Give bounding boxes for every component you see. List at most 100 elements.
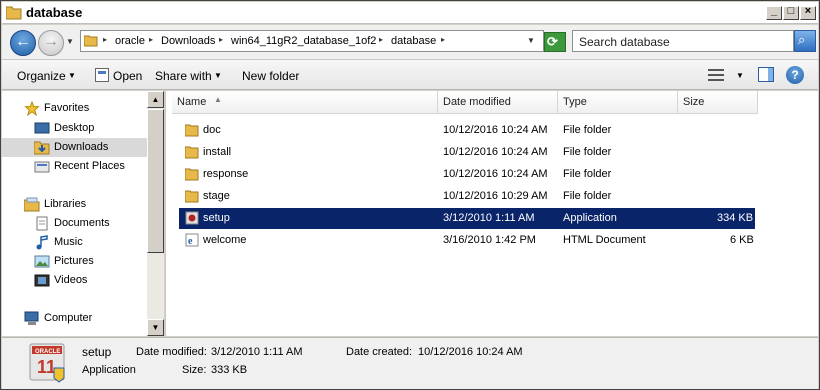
file-row-setup[interactable]: setup 3/12/2010 1:11 AM Application 334 … xyxy=(179,208,755,229)
star-icon xyxy=(24,101,40,116)
file-date: 10/12/2016 10:29 AM xyxy=(443,190,548,202)
maximize-button[interactable]: □ xyxy=(783,5,799,20)
nav-label: Recent Places xyxy=(54,160,125,172)
nav-label: Downloads xyxy=(54,141,109,153)
column-header-date-modified[interactable]: Date modified xyxy=(438,91,558,114)
file-type: File folder xyxy=(563,124,612,136)
nav-label: Music xyxy=(54,236,83,248)
close-button[interactable]: × xyxy=(800,5,816,20)
organize-dropdown-icon[interactable]: ▼ xyxy=(68,71,76,80)
preview-pane-icon[interactable] xyxy=(758,67,774,82)
file-size: 334 KB xyxy=(717,212,754,224)
change-view-icon[interactable] xyxy=(708,69,724,81)
breadcrumb-downloads[interactable]: Downloads xyxy=(161,35,215,47)
size-value: 333 KB xyxy=(211,364,248,376)
nav-item-computer[interactable]: Computer xyxy=(2,309,147,328)
folder-icon xyxy=(6,6,22,20)
forward-button[interactable]: → xyxy=(38,30,64,56)
file-type: File folder xyxy=(563,190,612,202)
scroll-down-button[interactable]: ▼ xyxy=(147,319,164,336)
share-dropdown-icon[interactable]: ▼ xyxy=(214,71,222,80)
file-name: response xyxy=(203,168,249,180)
file-row-install[interactable]: install 10/12/2016 10:24 AM File folder xyxy=(179,142,755,163)
chevron-right-icon[interactable]: ▸ xyxy=(441,35,445,44)
sort-ascending-icon: ▲ xyxy=(214,95,222,104)
search-icon: ⌕ xyxy=(798,32,806,47)
column-label: Name xyxy=(177,96,207,108)
file-row-doc[interactable]: doc 10/12/2016 10:24 AM File folder xyxy=(179,120,755,141)
nav-item-libraries[interactable]: Libraries xyxy=(2,195,147,214)
scroll-up-button[interactable]: ▲ xyxy=(147,91,164,108)
title-bar[interactable]: database _ □ × xyxy=(2,2,818,24)
file-name: doc xyxy=(203,124,221,136)
column-header-name[interactable]: Name ▲ xyxy=(172,91,438,114)
chevron-right-icon[interactable]: ▸ xyxy=(219,35,223,44)
oracle-version-text: 11 xyxy=(37,357,56,377)
breadcrumb-database[interactable]: database xyxy=(391,35,436,47)
nav-item-documents[interactable]: Documents xyxy=(2,214,147,233)
chevron-right-icon[interactable]: ▸ xyxy=(379,35,383,44)
search-input[interactable]: Search database xyxy=(572,30,794,52)
recent-pages-dropdown[interactable]: ▼ xyxy=(66,37,74,46)
command-bar: Organize ▼ Open Share with ▼ New folder … xyxy=(2,59,818,90)
chevron-right-icon[interactable]: ▸ xyxy=(149,35,153,44)
file-row-stage[interactable]: stage 10/12/2016 10:29 AM File folder xyxy=(179,186,755,207)
application-icon xyxy=(185,211,199,225)
help-icon[interactable]: ? xyxy=(786,66,804,84)
file-date: 3/12/2010 1:11 AM xyxy=(443,212,535,224)
address-dropdown[interactable]: ▼ xyxy=(527,36,535,45)
nav-item-pictures[interactable]: Pictures xyxy=(2,252,147,271)
minimize-button[interactable]: _ xyxy=(766,5,782,20)
scroll-thumb[interactable] xyxy=(147,109,164,253)
date-created-value: 10/12/2016 10:24 AM xyxy=(418,346,523,358)
nav-item-desktop[interactable]: Desktop xyxy=(2,119,147,138)
view-dropdown-icon[interactable]: ▼ xyxy=(736,71,744,80)
folder-icon xyxy=(185,124,199,137)
search-button[interactable]: ⌕ xyxy=(794,30,816,52)
navigation-pane: Favorites Desktop Downloads Recent Place… xyxy=(2,91,147,336)
file-name: welcome xyxy=(203,234,247,246)
date-created-label: Date created: xyxy=(346,346,413,358)
nav-item-videos[interactable]: Videos xyxy=(2,271,147,290)
oracle-setup-icon: ORACLE 11 xyxy=(29,343,65,383)
nav-item-music[interactable]: Music xyxy=(2,233,147,252)
chevron-right-icon[interactable]: ▸ xyxy=(103,35,107,44)
pictures-icon xyxy=(34,255,50,268)
refresh-icon: ⟳ xyxy=(547,34,558,49)
nav-item-downloads[interactable]: Downloads xyxy=(2,138,147,157)
folder-icon xyxy=(84,35,98,47)
file-type: HTML Document xyxy=(563,234,646,246)
size-label: Size: xyxy=(182,364,207,376)
address-bar[interactable]: ▸ oracle ▸ Downloads ▸ win64_11gR2_datab… xyxy=(80,30,544,52)
organize-button[interactable]: Organize xyxy=(17,69,66,83)
window-title: database xyxy=(26,5,83,20)
date-modified-label: Date modified: xyxy=(136,346,207,358)
nav-item-recent-places[interactable]: Recent Places xyxy=(2,157,147,176)
file-row-welcome[interactable]: e welcome 3/16/2010 1:42 PM HTML Documen… xyxy=(179,230,755,251)
back-button[interactable]: ← xyxy=(10,30,36,56)
new-folder-button[interactable]: New folder xyxy=(242,69,299,83)
details-pane: ORACLE 11 setup Application Date modifie… xyxy=(2,337,818,389)
file-date: 10/12/2016 10:24 AM xyxy=(443,168,548,180)
breadcrumb-win64[interactable]: win64_11gR2_database_1of2 xyxy=(231,35,376,47)
column-header-size[interactable]: Size xyxy=(678,91,758,114)
file-row-response[interactable]: response 10/12/2016 10:24 AM File folder xyxy=(179,164,755,185)
share-with-button[interactable]: Share with xyxy=(155,69,212,83)
computer-icon xyxy=(24,311,39,325)
svg-text:e: e xyxy=(188,236,193,247)
nav-item-favorites[interactable]: Favorites xyxy=(2,99,147,118)
open-button[interactable]: Open xyxy=(113,69,142,83)
breadcrumb-oracle[interactable]: oracle xyxy=(115,35,145,47)
refresh-button[interactable]: ⟳ xyxy=(544,32,566,52)
date-modified-value: 3/12/2010 1:11 AM xyxy=(211,346,303,358)
navigation-scrollbar[interactable]: ▲ ▼ xyxy=(147,91,164,336)
file-name: stage xyxy=(203,190,230,202)
address-row: ← → ▼ ▸ oracle ▸ Downloads ▸ win64_11gR2… xyxy=(2,25,818,59)
file-date: 10/12/2016 10:24 AM xyxy=(443,146,548,158)
file-type: Application xyxy=(563,212,617,224)
html-document-icon: e xyxy=(185,233,199,247)
nav-label: Desktop xyxy=(54,122,95,134)
folder-icon xyxy=(185,168,199,181)
folder-icon xyxy=(185,190,199,203)
column-header-type[interactable]: Type xyxy=(558,91,678,114)
